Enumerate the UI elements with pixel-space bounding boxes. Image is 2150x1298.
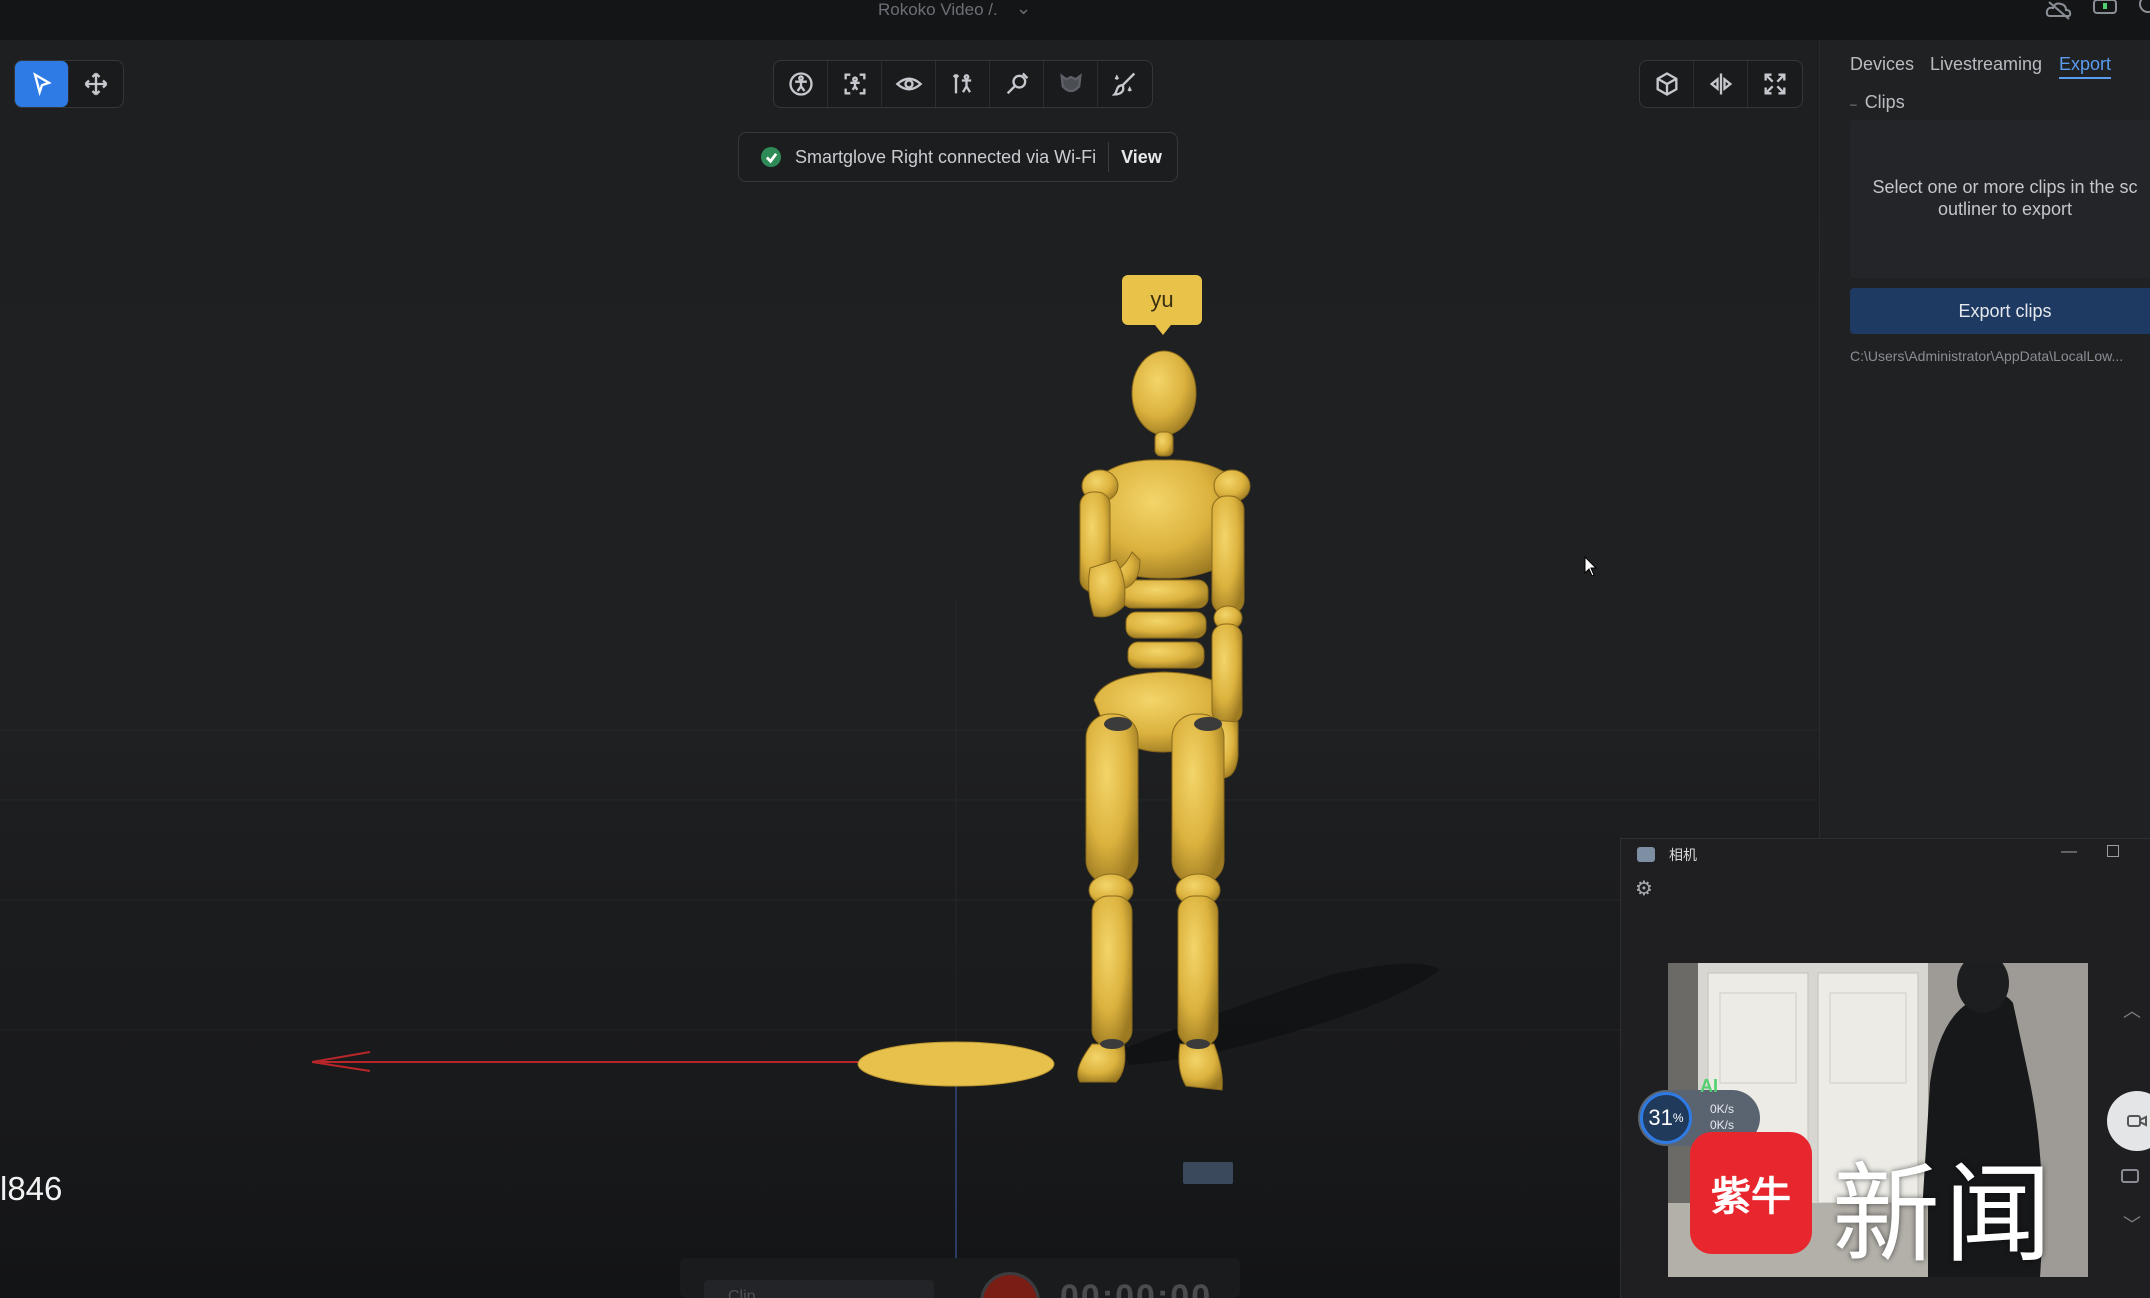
chevron-down-icon[interactable]: ﹀ (2123, 1211, 2141, 1237)
photo-mode-icon[interactable] (2121, 1169, 2139, 1183)
user-icon[interactable] (2136, 0, 2150, 20)
connection-toast: Smartglove Right connected via Wi-Fi Vie… (738, 132, 1178, 182)
face-mask-icon (1059, 73, 1082, 93)
video-mode-button[interactable] (2107, 1091, 2150, 1151)
frame-counter: l846 (0, 1170, 63, 1207)
news-logo: 紫牛 (1690, 1132, 1812, 1254)
view-mode-toolbar (773, 60, 1153, 108)
select-tool-button[interactable] (15, 61, 69, 107)
clips-section-title: Clips (1864, 92, 1905, 112)
download-speed: 0K/s (1710, 1118, 1735, 1132)
focus-figure-icon (844, 73, 865, 95)
fullscreen-button[interactable] (1748, 61, 1802, 107)
maximize-button[interactable] (2107, 845, 2119, 857)
right-panel: Devices Livestreaming Export – Clips Sele… (1819, 40, 2150, 840)
mirror-button[interactable] (1694, 61, 1748, 107)
mini-viewport-icon[interactable] (1183, 1162, 1233, 1184)
camera-window-title: 相机 (1669, 847, 1697, 863)
move-arrows-icon (84, 72, 108, 96)
upload-speed: 0K/s (1710, 1102, 1735, 1116)
tab-export[interactable]: Export (2059, 54, 2112, 79)
focus-tool-button[interactable] (828, 61, 882, 107)
cpu-percent-badge: 31% (1640, 1092, 1692, 1144)
3d-viewport[interactable]: Smartglove Right connected via Wi-Fi Vie… (0, 40, 1819, 1298)
timecode: 00:00:00 (1060, 1278, 1213, 1298)
tab-devices[interactable]: Devices (1850, 54, 1914, 75)
camera-app-icon (1637, 847, 1655, 862)
skeleton-tool-button[interactable] (936, 61, 990, 107)
recording-bar: Clip 00:00:00 (680, 1258, 1240, 1298)
mouse-cursor-icon (1584, 556, 1598, 577)
expand-icon (1764, 73, 1786, 95)
cursor-arrow-icon (32, 72, 52, 97)
cloud-off-icon[interactable] (2044, 0, 2074, 20)
actor-name-label[interactable]: yu (1122, 275, 1202, 335)
news-logo-mark: 紫牛 (1711, 1174, 1791, 1220)
actor-ground-marker[interactable] (857, 1041, 1055, 1087)
ik-tool-button[interactable] (990, 61, 1044, 107)
mirror-icon (1709, 73, 1732, 95)
news-watermark-text: 新闻 (1832, 1153, 2057, 1278)
skeleton-icon (952, 73, 971, 94)
gear-icon[interactable]: ⚙ (1635, 879, 1655, 899)
toast-divider (1108, 142, 1110, 172)
body-tool-button[interactable] (774, 61, 828, 107)
brush-icon (1111, 72, 1136, 96)
visibility-tool-button[interactable] (882, 61, 936, 107)
eye-icon (895, 77, 922, 91)
clip-name-input[interactable]: Clip (704, 1280, 934, 1298)
minimize-button[interactable]: — (2061, 843, 2077, 861)
pin-icon (1006, 72, 1028, 95)
toast-message: Smartglove Right connected via Wi-Fi (795, 146, 1097, 167)
move-tool-button[interactable] (69, 61, 123, 107)
ai-label: AI (1700, 1076, 1718, 1096)
toast-view-button[interactable]: View (1121, 147, 1162, 168)
record-button[interactable] (980, 1272, 1040, 1298)
project-title[interactable]: Rokoko Video /. (878, 0, 998, 20)
chevron-up-icon[interactable]: ︿ (2123, 997, 2141, 1023)
export-clips-button[interactable]: Export clips (1850, 288, 2150, 334)
battery-icon[interactable] (2092, 0, 2122, 20)
cube-icon (1656, 72, 1677, 96)
scene-canvas[interactable] (0, 40, 1819, 1298)
face-tool-button[interactable] (1044, 61, 1098, 107)
collapse-caret-icon[interactable]: – (1850, 97, 1857, 111)
transform-toolbar (14, 60, 124, 108)
accessibility-icon (788, 72, 813, 96)
check-circle-icon (761, 147, 781, 167)
tab-livestreaming[interactable]: Livestreaming (1930, 54, 2042, 75)
export-path[interactable]: C:\Users\Administrator\AppData\LocalLow.… (1850, 348, 2150, 364)
clips-empty-hint: Select one or more clips in the sc outli… (1850, 176, 2150, 220)
clips-empty-hint-line2: outliner to export (1937, 199, 2073, 219)
clips-section-header[interactable]: – Clips (1850, 92, 1905, 113)
paint-tool-button[interactable] (1098, 61, 1152, 107)
clips-empty-hint-line1: Select one or more clips in the sc (1872, 177, 2138, 197)
camera-toolbar (1639, 60, 1803, 108)
cube-view-button[interactable] (1640, 61, 1694, 107)
top-bar: Rokoko Video /. ⌄ (0, 0, 2150, 40)
chevron-down-icon[interactable]: ⌄ (1016, 0, 1031, 19)
